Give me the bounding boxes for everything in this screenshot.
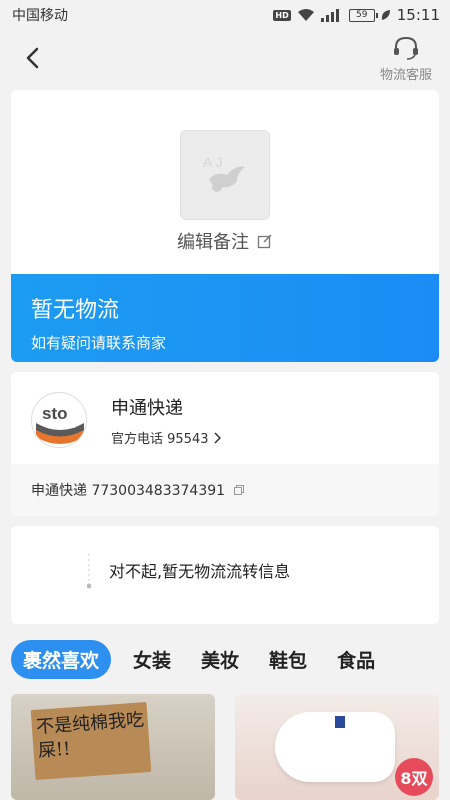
product-handwriting: 不是纯棉我吃屎!! xyxy=(35,709,145,762)
tracking-number-row: 申通快递 773003483374391 xyxy=(11,464,439,516)
banner-title: 暂无物流 xyxy=(31,298,120,323)
sto-logo-graphic: sto express xyxy=(33,394,86,447)
product-card-cotton-bedding[interactable]: 不是纯棉我吃屎!! xyxy=(11,694,215,800)
tab-shoes-bags[interactable]: 鞋包 xyxy=(269,646,307,673)
bird-placeholder-icon: A J xyxy=(203,154,245,192)
signal-icon xyxy=(320,8,343,22)
courier-card: sto express 申通快递 官方电话 95543 申通快递 7730034… xyxy=(11,372,439,516)
tab-beauty[interactable]: 美妆 xyxy=(201,646,239,673)
tab-women-clothing[interactable]: 女装 xyxy=(133,646,171,673)
phone-label: 官方电话 95543 xyxy=(111,432,209,447)
edit-icon xyxy=(257,234,272,249)
chevron-right-icon xyxy=(213,431,221,444)
svg-text:express: express xyxy=(58,424,76,430)
courier-name: 申通快递 xyxy=(111,398,183,419)
note-card: A J 编辑备注 暂无物流 如有疑问请联系商家 xyxy=(11,90,439,362)
timeline-dot-icon xyxy=(87,554,91,589)
tab-guoran-like[interactable]: 裹然喜欢 xyxy=(11,639,112,679)
logistics-service-button[interactable]: 物流客服 xyxy=(380,36,432,83)
carrier-label: 中国移动 xyxy=(12,8,68,24)
back-icon[interactable] xyxy=(20,44,48,72)
status-bar: 中国移动 HD 59 15:11 xyxy=(0,0,450,30)
sto-logo: sto express xyxy=(31,392,87,448)
status-time: 15:11 xyxy=(396,6,440,24)
category-tabs: 裹然喜欢 女装 美妆 鞋包 食品 xyxy=(11,638,439,680)
svg-text:sto: sto xyxy=(42,404,68,423)
logistics-timeline-card: 对不起,暂无物流流转信息 xyxy=(11,526,439,624)
leaf-icon xyxy=(381,10,390,20)
service-label: 物流客服 xyxy=(379,68,432,83)
nav-bar: 物流客服 xyxy=(0,30,450,86)
hd-badge: HD xyxy=(273,9,291,21)
copy-icon[interactable] xyxy=(233,484,245,496)
no-logistics-banner: 暂无物流 如有疑问请联系商家 xyxy=(11,274,439,362)
battery-icon: 59 xyxy=(348,8,378,22)
empty-logistics-message: 对不起,暂无物流流转信息 xyxy=(109,562,291,581)
banner-subtitle: 如有疑问请联系商家 xyxy=(31,334,167,352)
tracking-number: 申通快递 773003483374391 xyxy=(31,483,226,499)
product-card-socks[interactable]: 8双 xyxy=(235,694,439,800)
eight-pairs-badge: 8双 xyxy=(395,758,433,796)
status-icons: HD 59 15:11 xyxy=(273,6,440,24)
edit-note-row[interactable]: 编辑备注 xyxy=(11,228,439,254)
official-phone-link[interactable]: 官方电话 95543 xyxy=(111,428,221,447)
tab-food[interactable]: 食品 xyxy=(337,646,375,673)
note-image[interactable]: A J xyxy=(180,130,270,220)
wifi-icon xyxy=(297,9,314,21)
sock-tag xyxy=(335,716,345,728)
svg-text:A J: A J xyxy=(203,154,222,170)
edit-note-label: 编辑备注 xyxy=(177,232,249,253)
headset-icon xyxy=(393,36,418,60)
product-grid: 不是纯棉我吃屎!! 8双 xyxy=(11,694,439,800)
